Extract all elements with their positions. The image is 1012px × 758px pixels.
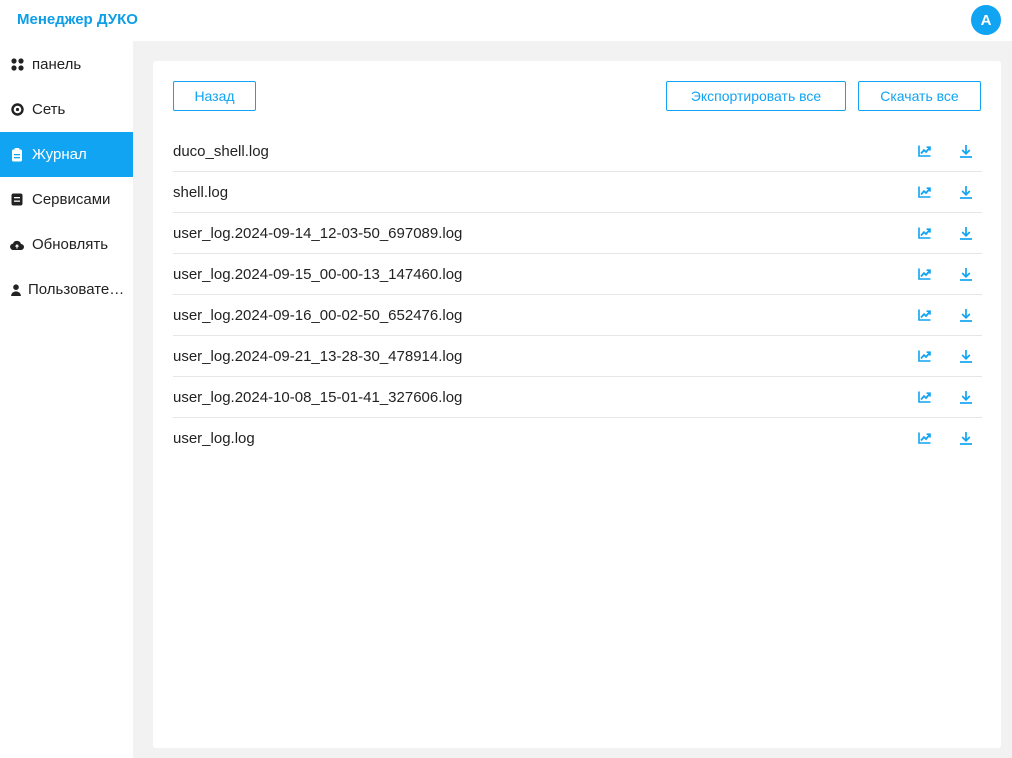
- download-icon[interactable]: [957, 224, 975, 242]
- network-icon: [10, 103, 24, 117]
- file-name[interactable]: user_log.2024-09-16_00-02-50_652476.log: [173, 307, 462, 324]
- file-name[interactable]: user_log.log: [173, 430, 255, 447]
- file-row: duco_shell.log: [173, 131, 982, 172]
- sidebar-item-update[interactable]: Обновлять: [0, 222, 133, 267]
- sidebar-item-label: Сеть: [32, 101, 66, 118]
- grid-icon: [10, 58, 24, 72]
- app-title: Менеджер ДУКО: [17, 11, 138, 28]
- view-chart-icon[interactable]: [915, 183, 933, 201]
- top-bar: Менеджер ДУКО A: [0, 0, 1012, 41]
- download-icon[interactable]: [957, 142, 975, 160]
- sidebar-item-label: панель: [32, 56, 82, 73]
- file-row: shell.log: [173, 172, 982, 213]
- view-chart-icon[interactable]: [915, 265, 933, 283]
- download-all-button[interactable]: Скачать все: [858, 81, 981, 111]
- sidebar-item-label: Обновлять: [32, 236, 109, 253]
- view-chart-icon[interactable]: [915, 224, 933, 242]
- sidebar-item-network[interactable]: Сеть: [0, 87, 133, 132]
- view-chart-icon[interactable]: [915, 388, 933, 406]
- clipboard-icon: [10, 147, 24, 162]
- file-name[interactable]: shell.log: [173, 184, 228, 201]
- view-chart-icon[interactable]: [915, 429, 933, 447]
- view-chart-icon[interactable]: [915, 142, 933, 160]
- file-name[interactable]: user_log.2024-09-14_12-03-50_697089.log: [173, 225, 462, 242]
- file-name[interactable]: duco_shell.log: [173, 143, 269, 160]
- sidebar: панель Сеть Журнал Сервисами Обновлять П…: [0, 41, 133, 758]
- file-name[interactable]: user_log.2024-10-08_15-01-41_327606.log: [173, 389, 462, 406]
- sidebar-item-dashboard[interactable]: панель: [0, 42, 133, 87]
- download-icon[interactable]: [957, 429, 975, 447]
- sidebar-item-label: Пользовате…: [28, 281, 125, 298]
- file-list: duco_shell.log shell.log user_log.2024-09-…: [173, 131, 982, 459]
- view-chart-icon[interactable]: [915, 347, 933, 365]
- download-icon[interactable]: [957, 347, 975, 365]
- file-row: user_log.2024-09-16_00-02-50_652476.log: [173, 295, 982, 336]
- log-panel: Назад Экспортировать все Скачать все duc…: [153, 61, 1001, 748]
- file-row: user_log.log: [173, 418, 982, 459]
- service-icon: [10, 193, 24, 207]
- cloud-icon: [10, 238, 24, 252]
- sidebar-item-label: Журнал: [32, 146, 87, 163]
- download-icon[interactable]: [957, 183, 975, 201]
- back-button[interactable]: Назад: [173, 81, 256, 111]
- download-icon[interactable]: [957, 265, 975, 283]
- user-icon: [10, 283, 21, 297]
- file-row: user_log.2024-09-14_12-03-50_697089.log: [173, 213, 982, 254]
- file-row: user_log.2024-09-21_13-28-30_478914.log: [173, 336, 982, 377]
- download-icon[interactable]: [957, 306, 975, 324]
- view-chart-icon[interactable]: [915, 306, 933, 324]
- download-icon[interactable]: [957, 388, 975, 406]
- sidebar-item-services[interactable]: Сервисами: [0, 177, 133, 222]
- user-avatar[interactable]: A: [971, 5, 1001, 35]
- sidebar-item-users[interactable]: Пользовате…: [0, 267, 133, 312]
- sidebar-item-journal[interactable]: Журнал: [0, 132, 133, 177]
- file-name[interactable]: user_log.2024-09-21_13-28-30_478914.log: [173, 348, 462, 365]
- file-row: user_log.2024-10-08_15-01-41_327606.log: [173, 377, 982, 418]
- sidebar-item-label: Сервисами: [32, 191, 111, 208]
- export-all-button[interactable]: Экспортировать все: [666, 81, 846, 111]
- file-row: user_log.2024-09-15_00-00-13_147460.log: [173, 254, 982, 295]
- file-name[interactable]: user_log.2024-09-15_00-00-13_147460.log: [173, 266, 462, 283]
